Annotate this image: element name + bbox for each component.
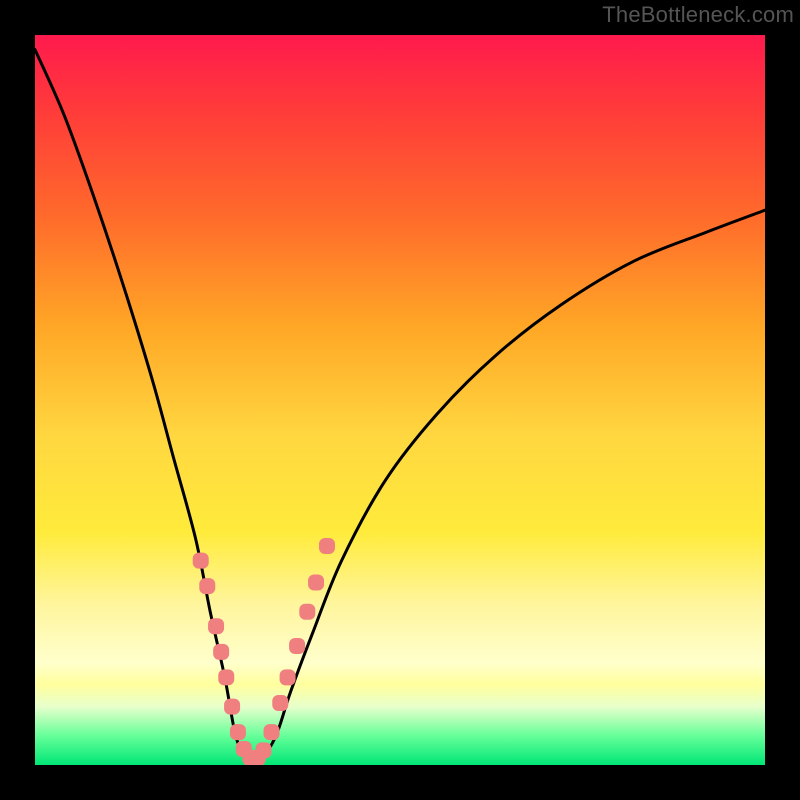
- marker-point: [272, 695, 288, 711]
- marker-point: [250, 750, 266, 765]
- marker-point: [193, 553, 209, 569]
- chart-container: TheBottleneck.com: [0, 0, 800, 800]
- marker-group: [193, 538, 335, 765]
- watermark-text: TheBottleneck.com: [602, 2, 794, 28]
- marker-point: [264, 724, 280, 740]
- marker-point: [299, 604, 315, 620]
- marker-point: [236, 741, 252, 757]
- marker-point: [224, 699, 240, 715]
- marker-point: [213, 644, 229, 660]
- marker-point: [208, 618, 224, 634]
- plot-area: [35, 35, 765, 765]
- marker-point: [255, 742, 271, 758]
- marker-point: [242, 750, 258, 765]
- curve-path: [35, 50, 765, 761]
- marker-point: [280, 669, 296, 685]
- chart-svg: [35, 35, 765, 765]
- marker-point: [319, 538, 335, 554]
- marker-point: [230, 724, 246, 740]
- marker-point: [289, 638, 305, 654]
- marker-point: [218, 669, 234, 685]
- marker-point: [308, 575, 324, 591]
- marker-point: [199, 578, 215, 594]
